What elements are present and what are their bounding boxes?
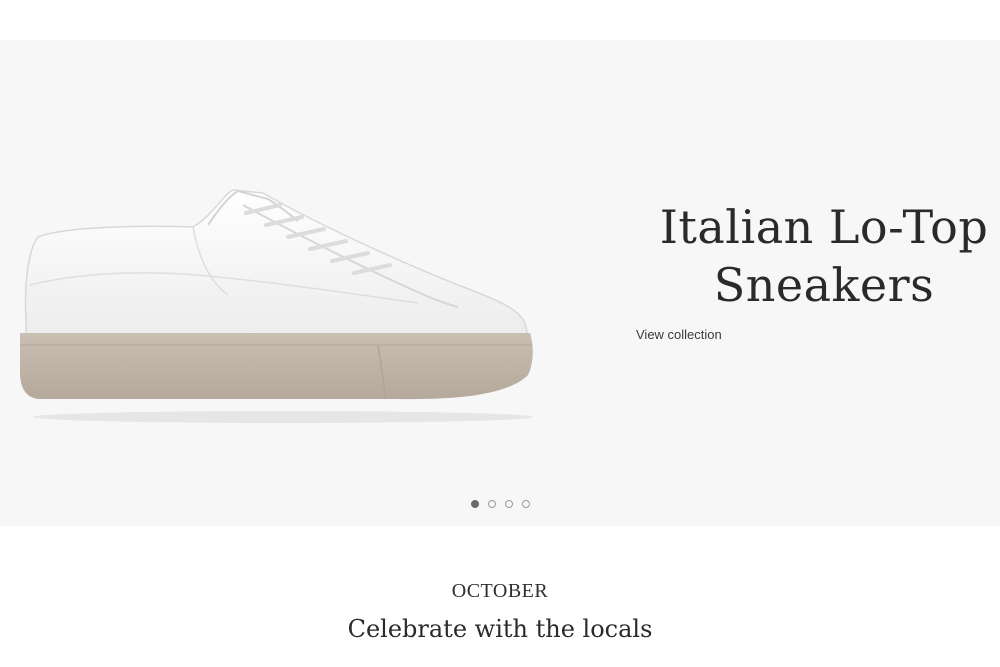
- promo-section: OCTOBER Celebrate with the locals: [0, 580, 1000, 643]
- page: Italian Lo-Top Sneakers View collection …: [0, 0, 1000, 667]
- slide-dot-2[interactable]: [487, 500, 496, 508]
- section-kicker: OCTOBER: [451, 580, 549, 602]
- slider-pagination: [0, 500, 1000, 512]
- section-title: Celebrate with the locals: [347, 615, 653, 643]
- sneaker-image: [20, 189, 533, 423]
- hero-title-line-2: Sneakers: [713, 258, 935, 312]
- view-collection-link[interactable]: View collection: [636, 327, 722, 342]
- slide-dot-4[interactable]: [521, 500, 530, 508]
- hero-title-line-1: Italian Lo-Top: [659, 200, 989, 254]
- slide-dot-3[interactable]: [504, 500, 513, 508]
- hero-title: Italian Lo-Top Sneakers: [648, 198, 1000, 314]
- slide-dot-1[interactable]: [470, 500, 479, 508]
- hero-slider: Italian Lo-Top Sneakers View collection: [0, 40, 1000, 526]
